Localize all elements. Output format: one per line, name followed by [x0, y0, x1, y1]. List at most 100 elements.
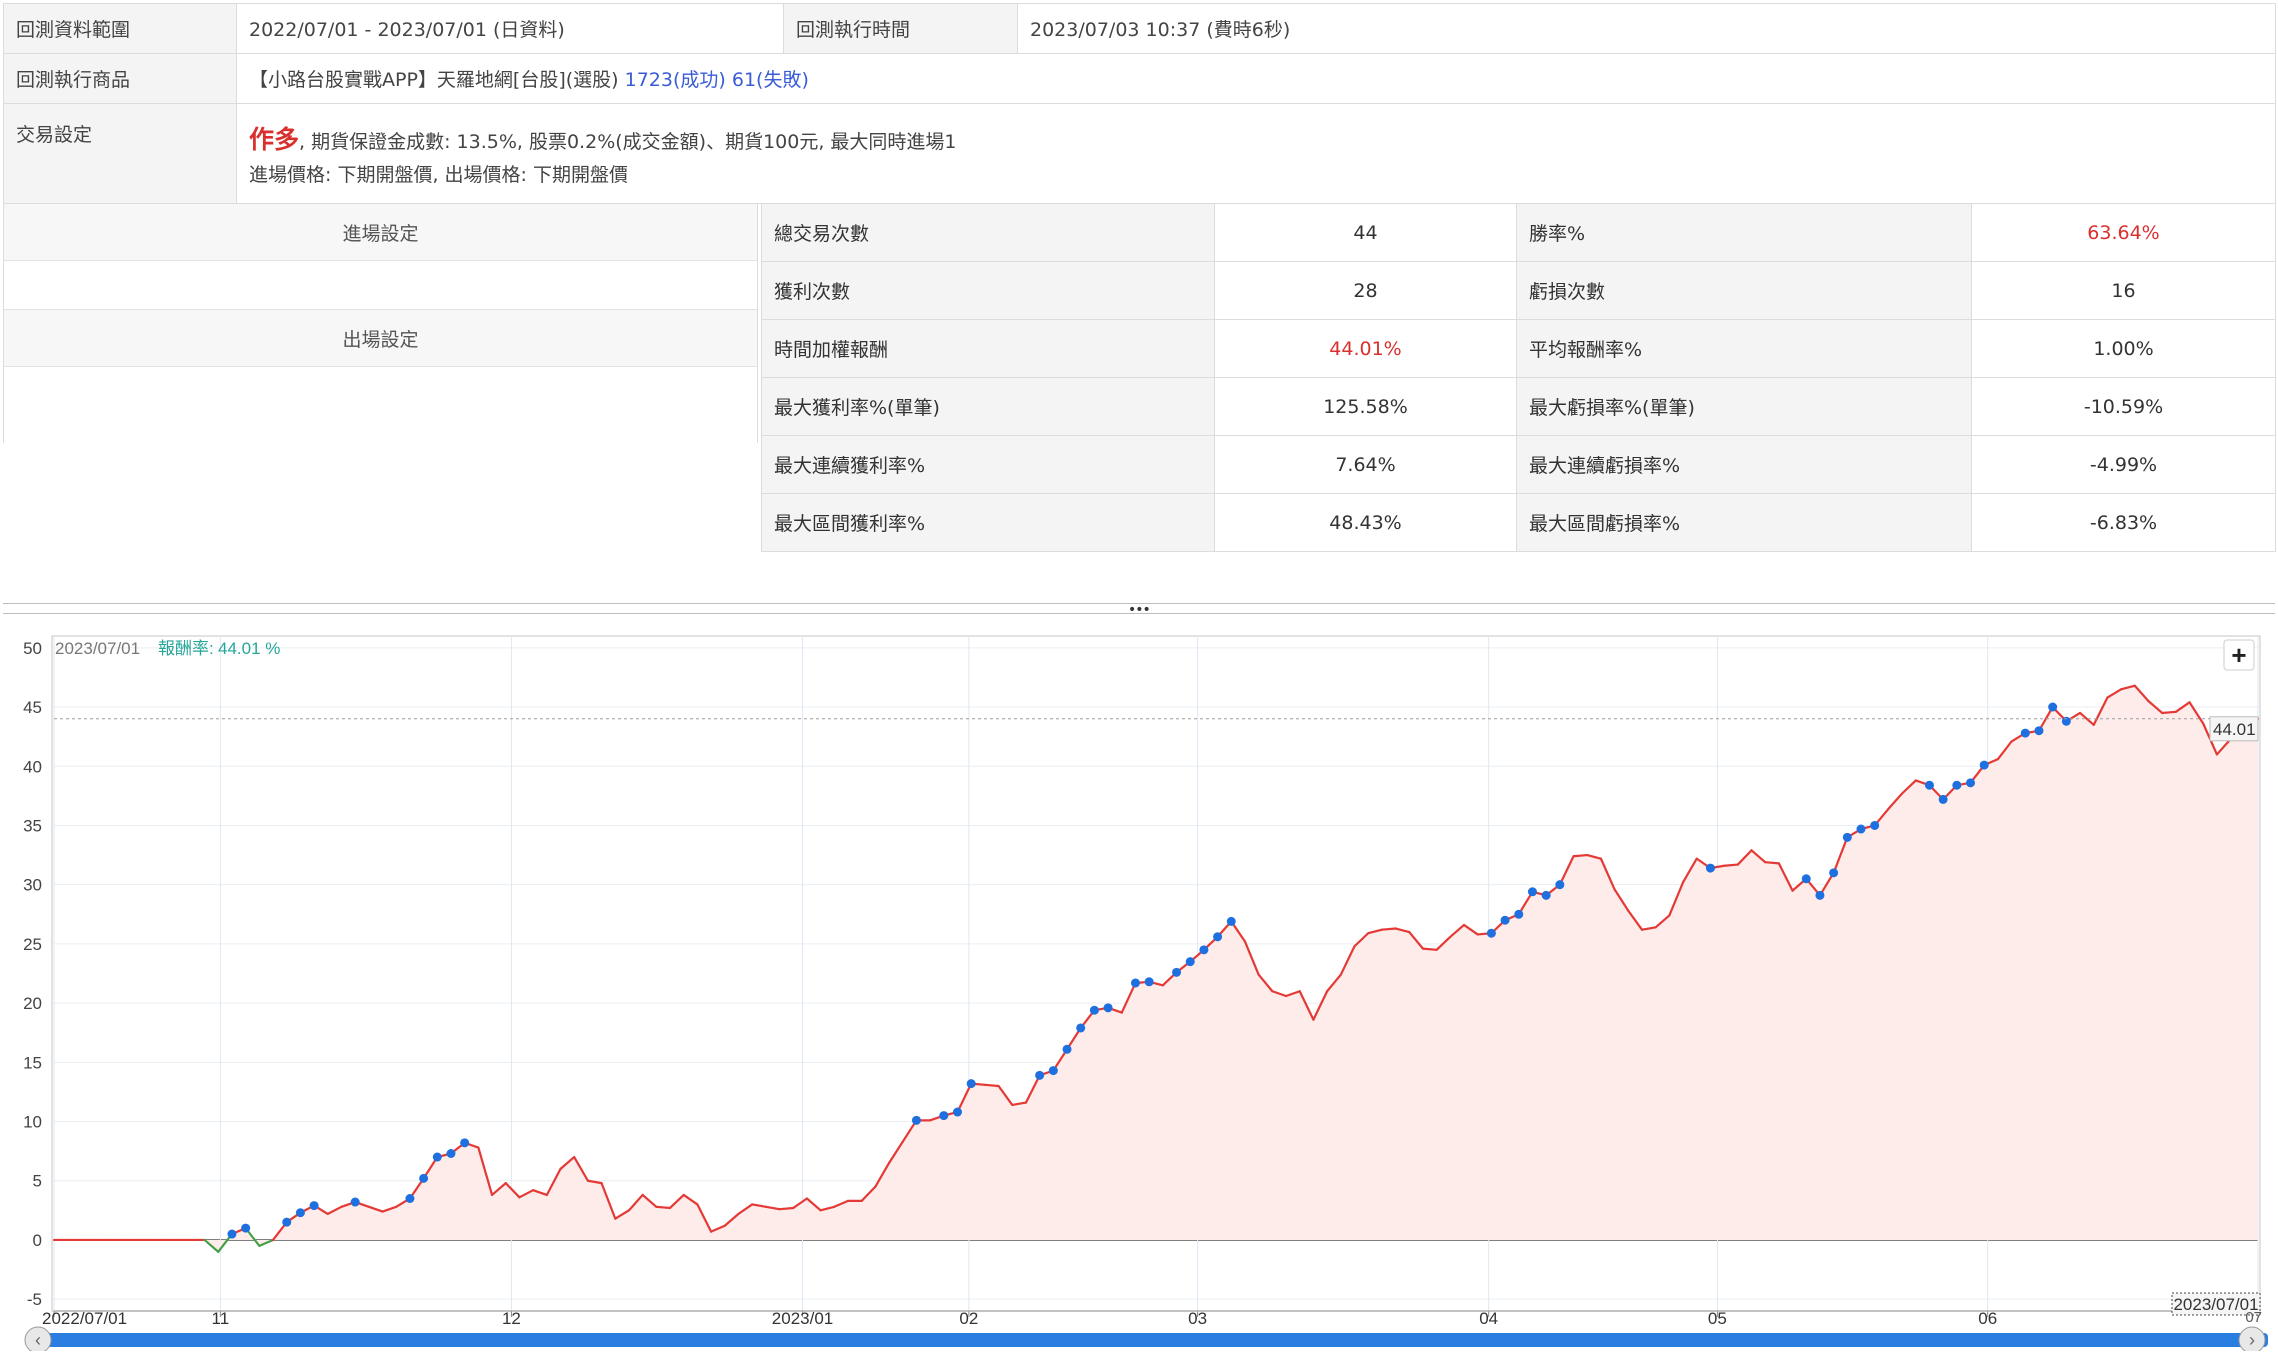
- trade-point: [460, 1138, 469, 1147]
- splitter-handle[interactable]: •••: [1128, 602, 1150, 618]
- y-tick-label: 45: [23, 698, 42, 717]
- stat-label: 最大連續獲利率%: [762, 436, 1215, 494]
- navigator-scrollbar[interactable]: [28, 1333, 2268, 1347]
- trade-point: [1145, 977, 1154, 986]
- trade-point: [1966, 778, 1975, 787]
- stat-value: 44.01%: [1215, 320, 1517, 378]
- navigator-end-month: 07: [2245, 1309, 2262, 1326]
- trade-direction: 作多: [249, 125, 299, 154]
- trade-point: [912, 1116, 921, 1125]
- tooltip-date: 2023/07/01: [55, 639, 140, 658]
- trade-point: [1035, 1071, 1044, 1080]
- last-value-label: 44.01: [2213, 720, 2256, 739]
- x-tick-label: 11: [212, 1309, 230, 1328]
- stats-row: 最大區間獲利率% 48.43% 最大區間虧損率% -6.83%: [762, 494, 2276, 552]
- y-tick-label: 25: [23, 935, 42, 954]
- trade-point: [1172, 968, 1181, 977]
- trade-point: [282, 1218, 291, 1227]
- trade-cell: 作多, 期貨保證金成數: 13.5%, 股票0.2%(成交金額)、期貨100元,…: [237, 104, 2276, 204]
- trade-point: [310, 1201, 319, 1210]
- trade-point: [1843, 833, 1852, 842]
- exit-setting-header: 出場設定: [4, 310, 757, 367]
- stat-label: 最大區間獲利率%: [762, 494, 1215, 552]
- x-tick-label: 12: [502, 1309, 521, 1328]
- stats-row: 最大獲利率%(單筆) 125.58% 最大虧損率%(單筆) -10.59%: [762, 378, 2276, 436]
- stat-label: 最大連續虧損率%: [1517, 436, 1972, 494]
- stats-row: 獲利次數 28 虧損次數 16: [762, 262, 2276, 320]
- return-line-segment: [1382, 929, 1396, 930]
- trade-point: [1076, 1023, 1085, 1032]
- trade-point: [1199, 945, 1208, 954]
- product-fail-link[interactable]: 61(失敗): [732, 69, 809, 91]
- stat-value: 16: [1972, 262, 2276, 320]
- trade-point: [1815, 891, 1824, 900]
- trade-point: [1706, 864, 1715, 873]
- y-tick-label: 30: [23, 876, 42, 895]
- stat-value: 44: [1215, 204, 1517, 262]
- return-line-segment: [1765, 862, 1779, 863]
- trade-point: [939, 1111, 948, 1120]
- trade-point: [967, 1079, 976, 1088]
- trade-point: [2021, 729, 2030, 738]
- tooltip-value: 44.01 %: [218, 639, 280, 658]
- return-chart: -5051015202530354045502022/07/0111122023…: [0, 620, 2278, 1351]
- y-tick-label: 15: [23, 1053, 42, 1072]
- stat-value: 28: [1215, 262, 1517, 320]
- trade-point: [1980, 761, 1989, 770]
- product-success-link[interactable]: 1723(成功): [625, 69, 726, 91]
- x-tick-label: 02: [959, 1309, 978, 1328]
- x-tick-label: 06: [1978, 1309, 1997, 1328]
- y-tick-label: 35: [23, 816, 42, 835]
- trade-point: [1555, 880, 1564, 889]
- stat-label: 最大區間虧損率%: [1517, 494, 1972, 552]
- stat-value: 1.00%: [1972, 320, 2276, 378]
- trade-point: [241, 1224, 250, 1233]
- stat-label: 總交易次數: [762, 204, 1215, 262]
- range-label: 回測資料範圍: [4, 4, 237, 54]
- trade-point: [1925, 781, 1934, 790]
- return-line-segment: [1574, 855, 1588, 856]
- x-tick-label: 03: [1188, 1309, 1207, 1328]
- y-tick-label: 0: [33, 1231, 42, 1250]
- return-line-segment: [985, 1085, 999, 1086]
- y-tick-label: 10: [23, 1113, 42, 1132]
- stat-value: 7.64%: [1215, 436, 1517, 494]
- x-tick-label: 05: [1708, 1309, 1727, 1328]
- trade-point: [2034, 726, 2043, 735]
- y-tick-label: 50: [23, 639, 42, 658]
- stats-row: 最大連續獲利率% 7.64% 最大連續虧損率% -4.99%: [762, 436, 2276, 494]
- stat-label: 時間加權報酬: [762, 320, 1215, 378]
- return-line-segment: [1724, 865, 1738, 866]
- tooltip-label: 報酬率:: [158, 639, 214, 658]
- stat-label: 平均報酬率%: [1517, 320, 1972, 378]
- entry-setting-body: [4, 261, 757, 310]
- trade-point: [351, 1198, 360, 1207]
- trade-point: [1528, 887, 1537, 896]
- x-tick-label: 2022/07/01: [42, 1309, 127, 1328]
- trade-point: [1829, 868, 1838, 877]
- stat-value: 125.58%: [1215, 378, 1517, 436]
- trade-point: [1186, 957, 1195, 966]
- backtest-info-table: 回測資料範圍 2022/07/01 - 2023/07/01 (日資料) 回測執…: [3, 3, 2276, 204]
- trade-point: [1952, 781, 1961, 790]
- return-line-segment: [656, 1207, 670, 1208]
- x-tick-label: 04: [1479, 1309, 1498, 1328]
- stats-row: 時間加權報酬 44.01% 平均報酬率% 1.00%: [762, 320, 2276, 378]
- stat-value: 48.43%: [1215, 494, 1517, 552]
- settings-panel: 進場設定 出場設定: [3, 203, 758, 443]
- trade-point: [1501, 916, 1510, 925]
- trade-label: 交易設定: [4, 104, 237, 204]
- trade-point: [1514, 910, 1523, 919]
- trade-point: [1939, 795, 1948, 804]
- stat-label: 獲利次數: [762, 262, 1215, 320]
- stat-label: 勝率%: [1517, 204, 1972, 262]
- product-cell: 【小路台股實戰APP】天羅地網[台股](選股) 1723(成功) 61(失敗): [237, 54, 2276, 104]
- range-value: 2022/07/01 - 2023/07/01 (日資料): [237, 4, 784, 54]
- stat-label: 最大獲利率%(單筆): [762, 378, 1215, 436]
- trade-point: [1213, 932, 1222, 941]
- exec-time-value: 2023/07/03 10:37 (費時6秒): [1018, 4, 2276, 54]
- x-tick-label: 2023/01: [772, 1309, 833, 1328]
- trade-point: [2048, 703, 2057, 712]
- trade-point: [953, 1108, 962, 1117]
- trade-point: [1857, 825, 1866, 834]
